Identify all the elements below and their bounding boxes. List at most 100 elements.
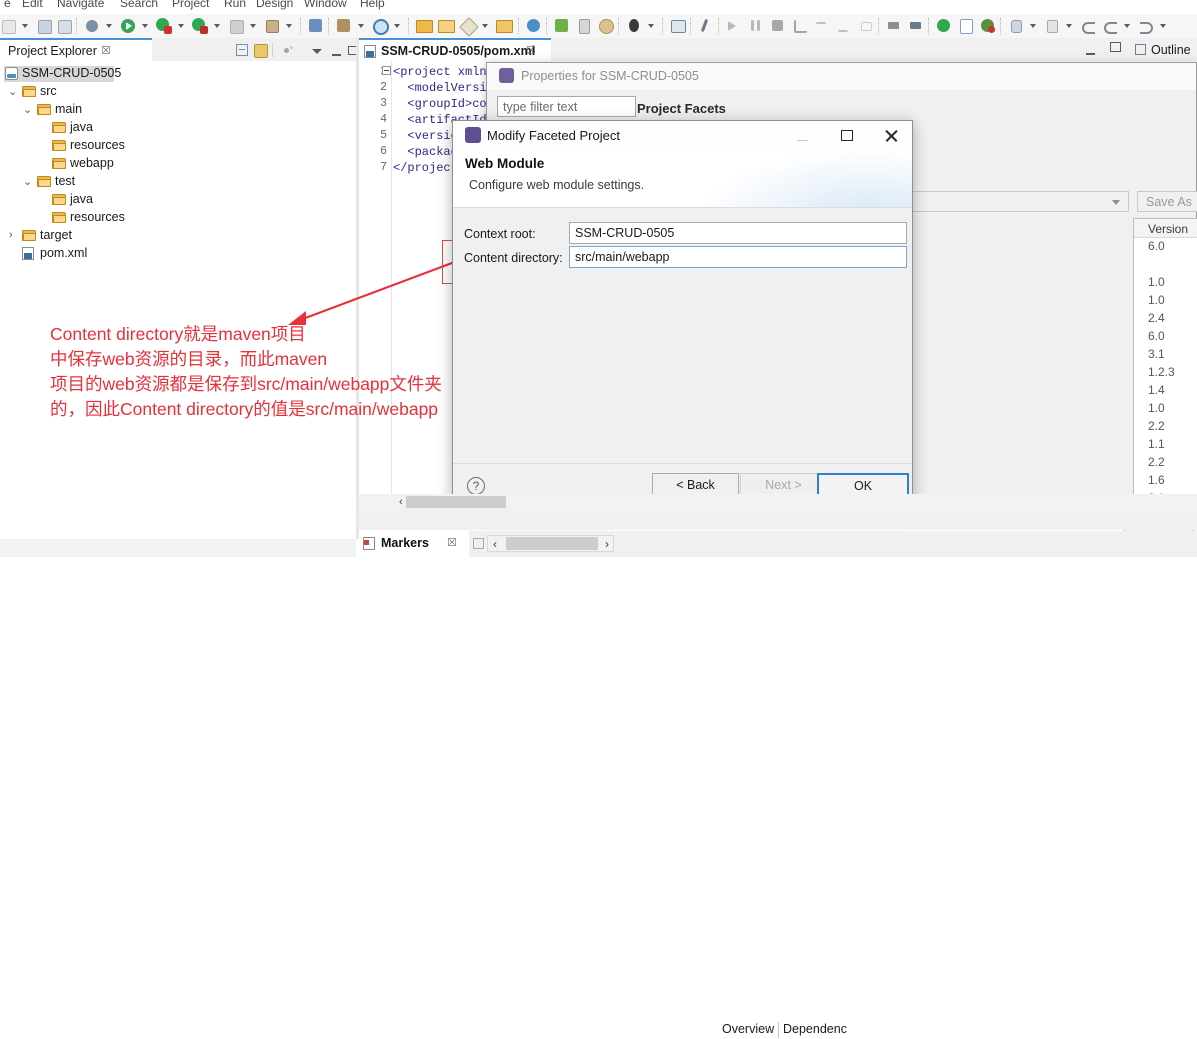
new-dropdown-icon[interactable]	[22, 24, 28, 28]
deploy-icon[interactable]	[554, 18, 570, 34]
minimize-icon[interactable]	[330, 44, 344, 58]
chevron-down-icon[interactable]: ⌄	[8, 85, 17, 98]
tab-pom-xml[interactable]: SSM-CRUD-0505/pom.xml ☒	[359, 38, 551, 61]
run-dropdown-icon[interactable]	[142, 24, 148, 28]
tab-outline[interactable]: Outline	[1135, 40, 1197, 61]
stop-dropdown-icon[interactable]	[250, 24, 256, 28]
menu-item-file[interactable]: e	[4, 0, 11, 10]
menu-item-edit[interactable]: Edit	[22, 0, 43, 10]
menu-bar[interactable]: e Edit Navigate Search Project Run Desig…	[0, 0, 1197, 14]
external-tools-icon[interactable]	[264, 18, 280, 34]
menu-item-navigate[interactable]: Navigate	[57, 0, 104, 10]
open-folder-icon[interactable]	[416, 18, 433, 34]
context-root-input[interactable]: SSM-CRUD-0505	[569, 222, 907, 244]
facet-row[interactable]: 1.4	[1134, 381, 1197, 399]
facet-row[interactable]: 3.1	[1134, 345, 1197, 363]
new-java-project-icon[interactable]	[308, 18, 324, 34]
facet-row[interactable]: 1.0	[1134, 399, 1197, 417]
tree-item-test-java[interactable]: java	[0, 191, 356, 209]
facet-row[interactable]: 1.1	[1134, 435, 1197, 453]
fold-collapse-icon[interactable]	[382, 66, 391, 75]
step-return-icon[interactable]	[814, 18, 830, 34]
drop-to-frame-icon[interactable]	[836, 18, 852, 34]
scroll-left-icon[interactable]: ‹	[399, 496, 403, 508]
main-toolbar[interactable]	[0, 14, 1197, 39]
search-dropdown-icon[interactable]	[394, 24, 400, 28]
tab-project-explorer[interactable]: Project Explorer ☒	[0, 38, 152, 61]
sql-dropdown-icon[interactable]	[1066, 24, 1072, 28]
facet-table-header[interactable]: Version	[1134, 219, 1197, 238]
close-icon[interactable]	[870, 121, 914, 150]
database-dropdown-icon[interactable]	[1030, 24, 1036, 28]
tab-dependencies[interactable]: Dependenc	[783, 1022, 847, 1039]
new-class-icon[interactable]	[336, 18, 352, 34]
collapse-all-icon[interactable]	[236, 44, 250, 58]
profile-icon[interactable]	[576, 18, 592, 34]
editor-minimize-icon[interactable]	[1086, 44, 1096, 55]
server-panel-icon[interactable]	[958, 18, 974, 34]
terminal-icon[interactable]	[670, 18, 686, 34]
facet-row[interactable]: 6.0	[1134, 237, 1197, 255]
scroll-left-icon[interactable]: ‹	[493, 537, 497, 551]
close-icon[interactable]: ☒	[526, 44, 536, 57]
new-icon[interactable]	[0, 18, 16, 34]
chevron-down-icon[interactable]: ⌄	[23, 175, 32, 188]
configuration-dropdown[interactable]: et	[883, 191, 1129, 212]
step-filters-icon[interactable]	[858, 18, 874, 34]
tree-item-main-resources[interactable]: resources	[0, 137, 356, 155]
tab-markers[interactable]: Markers ☒	[359, 531, 469, 557]
forward-nav-icon[interactable]	[1138, 18, 1154, 34]
facet-row[interactable]: 1.0	[1134, 273, 1197, 291]
facet-row[interactable]	[1134, 255, 1197, 273]
menu-item-project[interactable]: Project	[172, 0, 209, 10]
stop-icon[interactable]	[228, 18, 244, 34]
database-icon[interactable]	[1008, 18, 1024, 34]
tree-item-test[interactable]: ⌄ test	[0, 173, 356, 191]
debug-dropdown-icon[interactable]	[106, 24, 112, 28]
facet-row[interactable]: 1.2.3	[1134, 363, 1197, 381]
run-as-dropdown-icon[interactable]	[178, 24, 184, 28]
modify-faceted-project-dialog[interactable]: Modify Faceted Project Web Module Config…	[452, 120, 913, 512]
perspective-dropdown-icon[interactable]	[648, 24, 654, 28]
step-over-icon[interactable]	[726, 18, 742, 34]
maximize-icon[interactable]	[826, 121, 870, 150]
tree-item-src[interactable]: ⌄ src	[0, 83, 356, 101]
history-icon[interactable]	[598, 18, 614, 34]
scrollbar-thumb[interactable]	[406, 496, 506, 508]
view-menu-icon[interactable]	[310, 44, 324, 58]
coverage-icon[interactable]	[192, 18, 208, 34]
save-as-button[interactable]: Save As	[1137, 191, 1197, 212]
pin-icon[interactable]	[698, 18, 714, 34]
scroll-right-icon[interactable]: ›	[605, 537, 609, 551]
back-arrow-icon[interactable]	[886, 18, 902, 34]
step-into-icon[interactable]	[792, 18, 808, 34]
chevron-down-icon[interactable]	[1112, 200, 1120, 205]
search-icon[interactable]	[372, 18, 389, 35]
editor-maximize-icon[interactable]	[1110, 42, 1121, 52]
save-all-icon[interactable]	[56, 18, 72, 34]
sql-icon[interactable]	[1044, 18, 1060, 34]
filter-input[interactable]: type filter text	[497, 96, 636, 117]
tree-item-webapp[interactable]: webapp	[0, 155, 356, 173]
external-tools-dropdown-icon[interactable]	[286, 24, 292, 28]
new-class-dropdown-icon[interactable]	[358, 24, 364, 28]
properties-dialog-titlebar[interactable]: Properties for SSM-CRUD-0505	[487, 63, 1196, 90]
close-icon[interactable]: ☒	[101, 44, 111, 57]
chevron-down-icon[interactable]: ⌄	[23, 103, 32, 116]
facet-row[interactable]: 1.6	[1134, 471, 1197, 489]
edit-pencil-icon[interactable]	[459, 17, 479, 37]
minimize-icon[interactable]	[782, 121, 826, 150]
modify-dialog-titlebar[interactable]: Modify Faceted Project	[453, 121, 912, 150]
server-start-icon[interactable]	[936, 18, 952, 34]
focus-icon[interactable]	[282, 44, 296, 58]
facet-row[interactable]: 6.0	[1134, 327, 1197, 345]
server-debug-icon[interactable]	[980, 18, 996, 34]
menu-item-run[interactable]: Run	[224, 0, 246, 10]
tree-item-main[interactable]: ⌄ main	[0, 101, 356, 119]
open-resource-icon[interactable]	[438, 18, 455, 34]
package-icon[interactable]	[496, 18, 513, 34]
edit-dropdown-icon[interactable]	[482, 24, 488, 28]
project-explorer-hscrollbar[interactable]	[0, 539, 356, 557]
editor-form-tabs[interactable]: Overview Dependenc	[359, 510, 1197, 1038]
run-as-server-icon[interactable]	[156, 18, 172, 34]
